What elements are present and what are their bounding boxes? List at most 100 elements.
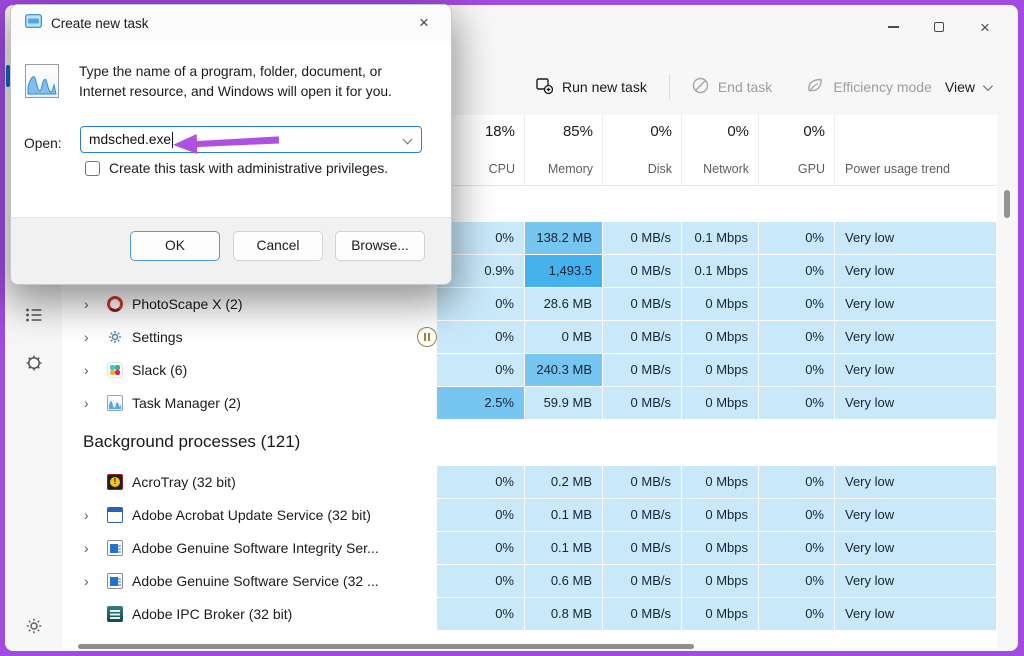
details-icon[interactable] xyxy=(24,305,44,325)
cell-network[interactable]: 0 Mbps xyxy=(682,288,759,321)
cell-gpu[interactable]: 0% xyxy=(759,321,835,354)
expand-chevron-icon[interactable]: › xyxy=(84,363,98,377)
cell-gpu[interactable]: 0% xyxy=(759,499,835,532)
cell-memory[interactable]: 240.3 MB xyxy=(525,354,603,387)
cancel-button[interactable]: Cancel xyxy=(233,231,323,261)
cell-power[interactable]: Very low xyxy=(835,387,997,420)
cell-name[interactable]: ›Settings xyxy=(62,321,437,354)
cell-power[interactable]: Very low xyxy=(835,499,997,532)
open-input-value[interactable]: mdsched.exe xyxy=(89,132,171,147)
cell-cpu[interactable]: 0% xyxy=(437,466,525,499)
cell-cpu[interactable]: 0% xyxy=(437,565,525,598)
table-row[interactable]: ›Adobe IPC Broker (32 bit)0%0.8 MB0 MB/s… xyxy=(62,598,997,631)
cell-gpu[interactable]: 0% xyxy=(759,598,835,631)
admin-privileges-checkbox[interactable] xyxy=(85,161,100,176)
cell-name[interactable]: ›Slack (6) xyxy=(62,354,437,387)
expand-chevron-icon[interactable]: › xyxy=(84,574,98,588)
cell-memory[interactable]: 0.1 MB xyxy=(525,499,603,532)
cell-name[interactable]: ›Adobe Genuine Software Integrity Ser... xyxy=(62,532,437,565)
cell-memory[interactable]: 59.9 MB xyxy=(525,387,603,420)
cell-cpu[interactable]: 0% xyxy=(437,288,525,321)
cell-name[interactable]: ›Task Manager (2) xyxy=(62,387,437,420)
cell-power[interactable]: Very low xyxy=(835,288,997,321)
cell-memory[interactable]: 1,493.5 MB xyxy=(525,255,603,288)
services-icon[interactable] xyxy=(24,353,44,373)
cell-gpu[interactable]: 0% xyxy=(759,288,835,321)
run-new-task-button[interactable]: Run new task xyxy=(526,71,657,103)
expand-chevron-icon[interactable]: › xyxy=(84,508,98,522)
expand-chevron-icon[interactable]: › xyxy=(84,541,98,555)
cell-memory[interactable]: 28.6 MB xyxy=(525,288,603,321)
dialog-close-icon[interactable]: × xyxy=(405,8,443,38)
table-row[interactable]: ›Task Manager (2)2.5%59.9 MB0 MB/s0 Mbps… xyxy=(62,387,997,420)
cell-memory[interactable]: 138.2 MB xyxy=(525,222,603,255)
cell-network[interactable]: 0 Mbps xyxy=(682,598,759,631)
cell-cpu[interactable]: 0% xyxy=(437,321,525,354)
combobox-chevron-down-icon[interactable] xyxy=(403,135,413,145)
cell-network[interactable]: 0 Mbps xyxy=(682,387,759,420)
cell-network[interactable]: 0.1 Mbps xyxy=(682,222,759,255)
cell-name[interactable]: ›PhotoScape X (2) xyxy=(62,288,437,321)
cell-disk[interactable]: 0 MB/s xyxy=(603,354,682,387)
table-row[interactable]: ›Settings0%0 MB0 MB/s0 Mbps0%Very low xyxy=(62,321,997,354)
cell-name[interactable]: ›Adobe IPC Broker (32 bit) xyxy=(62,598,437,631)
cell-disk[interactable]: 0 MB/s xyxy=(603,532,682,565)
cell-gpu[interactable]: 0% xyxy=(759,354,835,387)
cell-power[interactable]: Very low xyxy=(835,321,997,354)
cell-power[interactable]: Very low xyxy=(835,354,997,387)
cell-disk[interactable]: 0 MB/s xyxy=(603,321,682,354)
cell-memory[interactable]: 0.8 MB xyxy=(525,598,603,631)
table-row[interactable]: ›!AcroTray (32 bit)0%0.2 MB0 MB/s0 Mbps0… xyxy=(62,466,997,499)
cell-disk[interactable]: 0 MB/s xyxy=(603,288,682,321)
cell-cpu[interactable]: 0% xyxy=(437,354,525,387)
cell-power[interactable]: Very low xyxy=(835,222,997,255)
table-row[interactable]: ›PhotoScape X (2)0%28.6 MB0 MB/s0 Mbps0%… xyxy=(62,288,997,321)
column-header-gpu[interactable]: 0% GPU xyxy=(759,115,835,186)
table-row[interactable]: ›Adobe Acrobat Update Service (32 bit) 0%… xyxy=(62,499,997,532)
cell-gpu[interactable]: 0% xyxy=(759,532,835,565)
cell-memory[interactable]: 0.1 MB xyxy=(525,532,603,565)
cell-gpu[interactable]: 0% xyxy=(759,387,835,420)
cell-gpu[interactable]: 0% xyxy=(759,466,835,499)
cell-network[interactable]: 0 Mbps xyxy=(682,466,759,499)
cell-cpu[interactable]: 0% xyxy=(437,598,525,631)
settings-gear-icon[interactable] xyxy=(24,616,44,636)
cell-network[interactable]: 0 Mbps xyxy=(682,565,759,598)
cell-name[interactable]: ›!AcroTray (32 bit) xyxy=(62,466,437,499)
efficiency-mode-button[interactable]: Efficiency mode xyxy=(796,71,942,103)
cell-gpu[interactable]: 0% xyxy=(759,255,835,288)
ok-button[interactable]: OK xyxy=(130,231,220,261)
expand-chevron-icon[interactable]: › xyxy=(84,330,98,344)
cell-network[interactable]: 0 Mbps xyxy=(682,499,759,532)
horizontal-scrollbar[interactable] xyxy=(78,644,694,649)
cell-memory[interactable]: 0 MB xyxy=(525,321,603,354)
cell-network[interactable]: 0 Mbps xyxy=(682,354,759,387)
cell-power[interactable]: Very low xyxy=(835,532,997,565)
cell-network[interactable]: 0 Mbps xyxy=(682,321,759,354)
cell-disk[interactable]: 0 MB/s xyxy=(603,598,682,631)
cell-cpu[interactable]: 0% xyxy=(437,532,525,565)
cell-gpu[interactable]: 0% xyxy=(759,565,835,598)
cell-power[interactable]: Very low xyxy=(835,255,997,288)
cell-disk[interactable]: 0 MB/s xyxy=(603,255,682,288)
cell-network[interactable]: 0 Mbps xyxy=(682,532,759,565)
cell-cpu[interactable]: 2.5% xyxy=(437,387,525,420)
cell-disk[interactable]: 0 MB/s xyxy=(603,387,682,420)
column-header-power[interactable]: Power usage trend xyxy=(835,115,997,186)
minimize-icon[interactable] xyxy=(870,13,916,41)
cell-name[interactable]: ›Adobe Acrobat Update Service (32 bit) xyxy=(62,499,437,532)
cell-disk[interactable]: 0 MB/s xyxy=(603,565,682,598)
table-row[interactable]: ›Slack (6)0%240.3 MB0 MB/s0 Mbps0%Very l… xyxy=(62,354,997,387)
cell-gpu[interactable]: 0% xyxy=(759,222,835,255)
vertical-scrollbar[interactable] xyxy=(1004,190,1010,218)
maximize-icon[interactable] xyxy=(916,13,962,41)
cell-disk[interactable]: 0 MB/s xyxy=(603,222,682,255)
end-task-button[interactable]: End task xyxy=(682,71,782,103)
expand-chevron-icon[interactable]: › xyxy=(84,396,98,410)
column-header-memory[interactable]: 85% Memory xyxy=(525,115,603,186)
cell-power[interactable]: Very low xyxy=(835,466,997,499)
cell-network[interactable]: 0.1 Mbps xyxy=(682,255,759,288)
cell-power[interactable]: Very low xyxy=(835,565,997,598)
cell-power[interactable]: Very low xyxy=(835,598,997,631)
table-row[interactable]: ›Adobe Genuine Software Integrity Ser...… xyxy=(62,532,997,565)
